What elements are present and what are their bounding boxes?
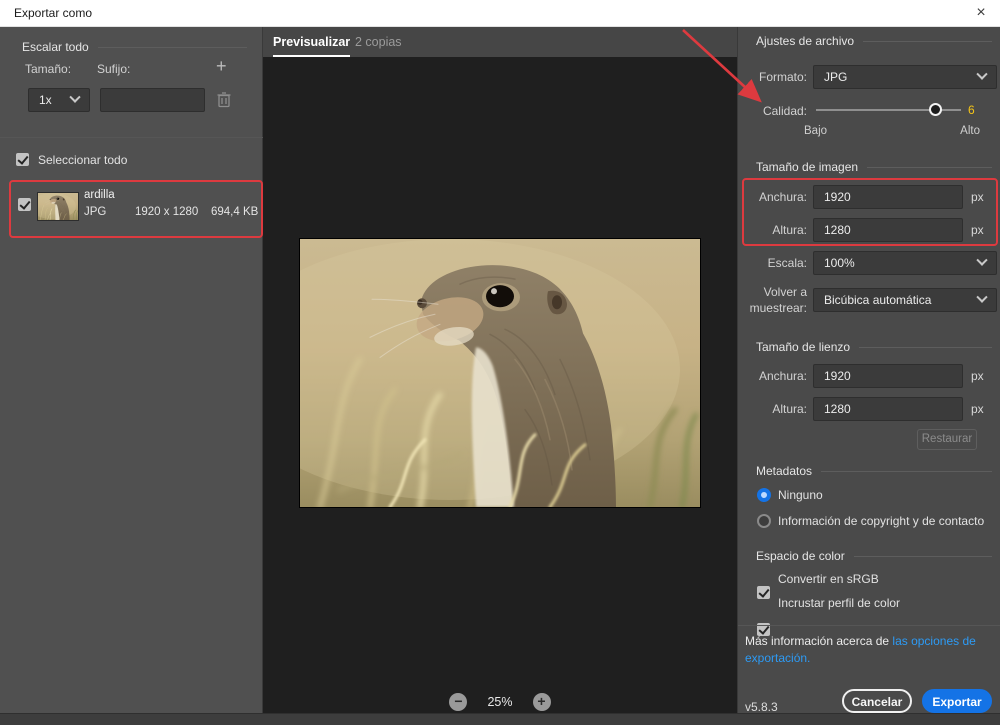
file-checkbox[interactable] (18, 198, 31, 211)
scale-value: 100% (824, 252, 978, 274)
export-as-dialog: Exportar como × Escalar todo Tamaño: Suf… (0, 0, 1000, 725)
scale-dropdown[interactable]: 100% (813, 251, 997, 275)
zoom-in-button[interactable]: + (533, 693, 551, 711)
add-scale-icon[interactable]: + (216, 56, 227, 77)
chevron-down-icon (69, 92, 80, 103)
image-size-header: Tamaño de imagen (756, 160, 992, 174)
preview-tabbar: Previsualizar 2 copias (263, 27, 737, 57)
resample-value: Bicúbica automática (824, 289, 978, 311)
version-label: v5.8.3 (745, 700, 778, 714)
scale-all-header: Escalar todo (22, 40, 247, 54)
title-bar: Exportar como × (0, 0, 1000, 27)
format-label: Formato: (738, 70, 807, 84)
tab-previsualizar[interactable]: Previsualizar (273, 27, 350, 57)
chevron-down-icon (976, 69, 987, 80)
preview-panel: Previsualizar 2 copias − 25% + (263, 27, 737, 713)
file-format: JPG (84, 206, 106, 218)
select-all-label[interactable]: Seleccionar todo (38, 153, 127, 167)
metadata-copyright-radio[interactable] (757, 514, 771, 528)
chevron-down-icon (976, 292, 987, 303)
embed-profile-label[interactable]: Incrustar perfil de color (778, 596, 900, 610)
color-space-header: Espacio de color (756, 549, 992, 563)
select-all-checkbox[interactable] (16, 153, 29, 166)
window-bottom-strip (0, 713, 1000, 725)
canvas-width-label: Anchura: (738, 369, 807, 383)
file-settings-header: Ajustes de archivo (756, 34, 992, 48)
left-panel: Escalar todo Tamaño: Sufijo: + 1x Selecc… (0, 27, 263, 713)
settings-panel: Ajustes de archivo Formato: JPG Calidad:… (737, 27, 1000, 713)
canvas-height-input[interactable] (813, 397, 963, 421)
metadata-none-label[interactable]: Ninguno (778, 488, 823, 502)
file-size: 694,4 KB (211, 206, 258, 218)
canvas-height-unit: px (971, 402, 984, 416)
trash-icon[interactable] (217, 91, 231, 108)
image-width-input[interactable] (813, 185, 963, 209)
metadata-header: Metadatos (756, 464, 992, 478)
size-label: Tamaño: (25, 62, 71, 76)
image-height-unit: px (971, 223, 984, 237)
right-panel-divider (738, 625, 1000, 626)
scale-label: Escala: (738, 256, 807, 270)
file-dimensions: 1920 x 1280 (135, 206, 198, 218)
file-name: ardilla (84, 189, 115, 201)
quality-value: 6 (968, 103, 975, 117)
suffix-label: Sufijo: (97, 62, 130, 76)
scale-size-value: 1x (39, 89, 71, 111)
info-text-static: Más información acerca de (745, 634, 892, 648)
image-width-unit: px (971, 190, 984, 204)
metadata-none-radio[interactable] (757, 488, 771, 502)
resample-dropdown[interactable]: Bicúbica automática (813, 288, 997, 312)
canvas-height-label: Altura: (738, 402, 807, 416)
tab-2-copias[interactable]: 2 copias (355, 27, 402, 57)
close-icon[interactable]: × (970, 2, 992, 24)
metadata-copyright-label[interactable]: Información de copyright y de contacto (778, 514, 984, 528)
left-panel-divider (0, 137, 263, 138)
scale-size-dropdown[interactable]: 1x (28, 88, 90, 112)
info-text: Más información acerca de las opciones d… (745, 633, 995, 667)
image-height-input[interactable] (813, 218, 963, 242)
format-value: JPG (824, 66, 978, 88)
chevron-down-icon (976, 255, 987, 266)
format-dropdown[interactable]: JPG (813, 65, 997, 89)
quality-label: Calidad: (738, 104, 807, 118)
file-item-row[interactable]: ardilla JPG 1920 x 1280 694,4 KB (10, 181, 262, 237)
canvas-width-unit: px (971, 369, 984, 383)
cancel-button[interactable]: Cancelar (842, 689, 912, 713)
convert-srgb-label[interactable]: Convertir en sRGB (778, 572, 879, 586)
export-button[interactable]: Exportar (922, 689, 992, 713)
preview-canvas: − 25% + (263, 57, 737, 713)
file-thumbnail (38, 193, 78, 220)
suffix-input[interactable] (100, 88, 205, 112)
zoom-level: 25% (487, 695, 512, 709)
restore-button[interactable]: Restaurar (917, 429, 977, 450)
zoom-out-button[interactable]: − (449, 693, 467, 711)
zoom-controls: − 25% + (410, 691, 590, 713)
quality-high-label: Alto (928, 125, 980, 137)
canvas-size-header: Tamaño de lienzo (756, 340, 992, 354)
preview-image (300, 239, 700, 507)
resample-label-line1: Volver a (738, 285, 807, 299)
image-width-label: Anchura: (738, 190, 807, 204)
resample-label-line2: muestrear: (738, 301, 807, 315)
quality-slider-knob[interactable] (929, 103, 942, 116)
canvas-width-input[interactable] (813, 364, 963, 388)
convert-srgb-checkbox[interactable] (757, 586, 770, 599)
dialog-title: Exportar como (14, 6, 92, 20)
quality-low-label: Bajo (804, 125, 827, 137)
image-height-label: Altura: (738, 223, 807, 237)
